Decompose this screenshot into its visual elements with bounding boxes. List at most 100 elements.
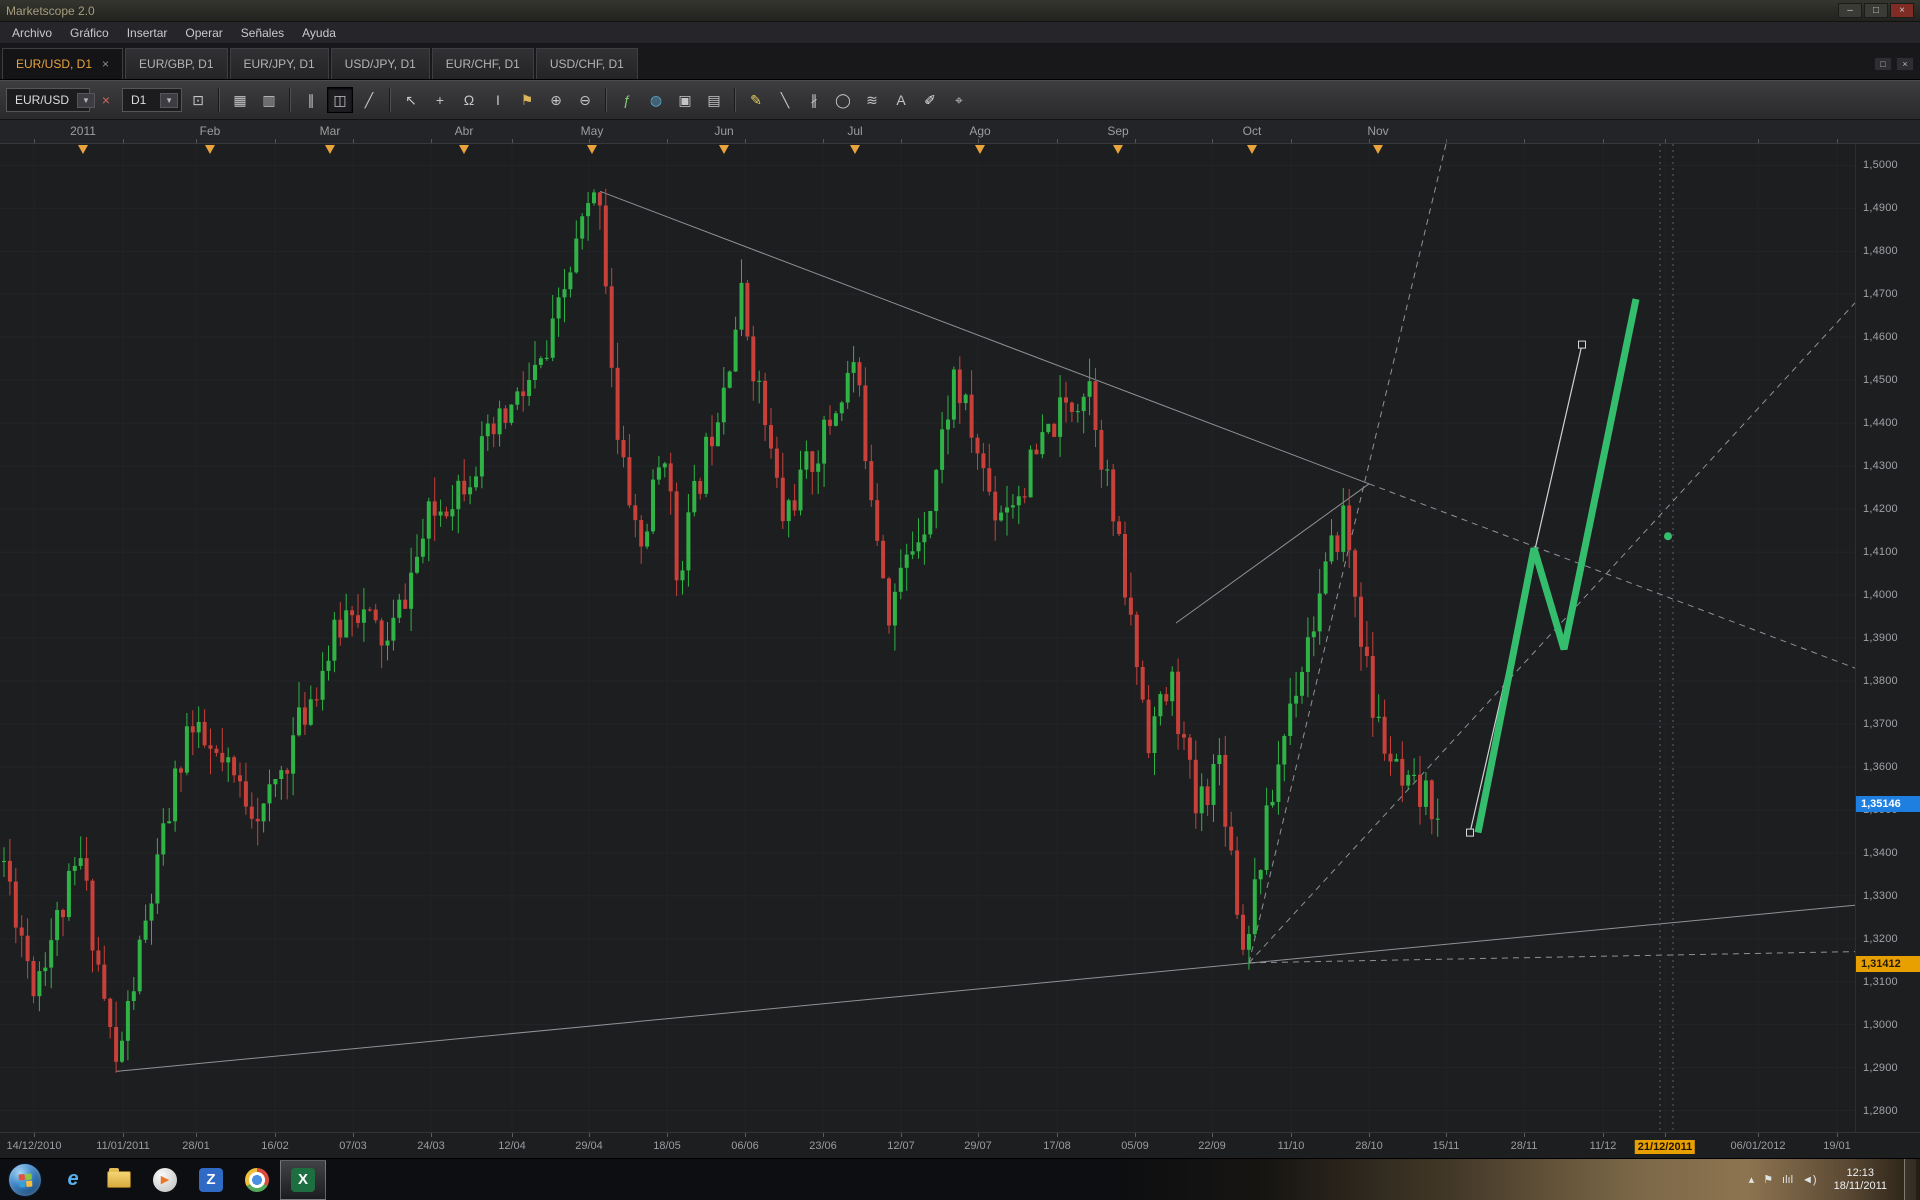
alert-price-badge: 1,31412	[1856, 956, 1920, 972]
new-chart-icon[interactable]: ▦	[227, 87, 253, 113]
system-tray: ▴ ⚑ ılıl ◄) 12:13 18/11/2011	[1749, 1159, 1920, 1200]
signals-icon[interactable]: ◍	[643, 87, 669, 113]
calendar-icon[interactable]: ▤	[701, 87, 727, 113]
taskbar-app-trading-station[interactable]: Z	[188, 1160, 234, 1200]
menu-bar: ArchivoGráficoInsertarOperarSeñalesAyuda	[0, 22, 1920, 44]
anchor-tool-icon[interactable]: ⌖	[946, 87, 972, 113]
date-label: 11/10	[1278, 1140, 1305, 1152]
price-label: 1,4200	[1863, 503, 1898, 515]
line-chart-icon[interactable]: ╱	[356, 87, 382, 113]
date-tick	[1212, 1133, 1213, 1137]
menu-item-2[interactable]: Insertar	[119, 24, 176, 42]
close-button[interactable]: ×	[1890, 3, 1914, 18]
close-child-button[interactable]: ×	[1896, 57, 1914, 71]
price-chart[interactable]	[0, 144, 1855, 1132]
month-label: Feb	[200, 124, 221, 138]
start-button[interactable]	[8, 1163, 42, 1197]
label-tool-icon[interactable]: A	[888, 87, 914, 113]
text-tool-icon[interactable]: I	[485, 87, 511, 113]
windows-explorer-icon	[107, 1171, 131, 1188]
tab-close-icon[interactable]: ×	[102, 57, 109, 71]
show-hidden-icons[interactable]: ▴	[1749, 1173, 1755, 1186]
taskbar: e ▶Z X ▴ ⚑ ılıl ◄) 12:13 18/11/2011	[0, 1158, 1920, 1200]
candlestick-chart-icon[interactable]: ◫	[327, 87, 353, 113]
snapshot-icon[interactable]: ▣	[672, 87, 698, 113]
price-label: 1,3300	[1863, 890, 1898, 902]
ruler-tick	[978, 139, 979, 143]
ruler-tick	[1446, 139, 1447, 143]
month-label: May	[581, 124, 604, 138]
action-center-icon[interactable]: ⚑	[1763, 1173, 1773, 1186]
tab-2[interactable]: EUR/JPY, D1	[230, 48, 329, 79]
zoom-out-icon[interactable]: ⊖	[572, 87, 598, 113]
magnet-icon[interactable]: Ω	[456, 87, 482, 113]
price-label: 1,3200	[1863, 933, 1898, 945]
period-select[interactable]: D1 ▼	[122, 88, 182, 112]
clock-date: 18/11/2011	[1834, 1180, 1887, 1193]
date-tick	[431, 1133, 432, 1137]
menu-item-5[interactable]: Ayuda	[294, 24, 344, 42]
ruler-tick	[353, 139, 354, 143]
bar-chart-icon[interactable]: ∥	[298, 87, 324, 113]
pencil-tool-icon[interactable]: ✎	[743, 87, 769, 113]
title-bar: Marketscope 2.0 – □ ×	[0, 0, 1920, 22]
menu-item-1[interactable]: Gráfico	[62, 24, 117, 42]
arrange-windows-icon[interactable]: ▥	[256, 87, 282, 113]
menu-item-0[interactable]: Archivo	[4, 24, 60, 42]
cursor-icon[interactable]: ↖	[398, 87, 424, 113]
ruler-tick	[1524, 139, 1525, 143]
taskbar-app-chrome[interactable]	[234, 1160, 280, 1200]
crosshair-icon[interactable]: +	[427, 87, 453, 113]
date-tick	[275, 1133, 276, 1137]
ruler-tick	[34, 139, 35, 143]
fibonacci-tool-icon[interactable]: ≋	[859, 87, 885, 113]
date-label: 17/08	[1043, 1140, 1071, 1152]
taskbar-app-excel[interactable]: X	[280, 1160, 326, 1200]
marker-flag-icon[interactable]: ⚑	[514, 87, 540, 113]
date-label: 19/01	[1823, 1140, 1851, 1152]
network-icon[interactable]: ılıl	[1782, 1174, 1793, 1186]
chart-area: 2011FebMarAbrMayJunJulAgoSepOctNov 1,500…	[0, 120, 1920, 1158]
month-label: 2011	[70, 124, 96, 138]
tab-3[interactable]: USD/JPY, D1	[331, 48, 430, 79]
taskbar-app-media-player[interactable]: ▶	[142, 1160, 188, 1200]
channel-tool-icon[interactable]: ∦	[801, 87, 827, 113]
date-axis[interactable]: 14/12/201011/01/201128/0116/0207/0324/03…	[0, 1132, 1920, 1158]
taskbar-clock[interactable]: 12:13 18/11/2011	[1826, 1167, 1895, 1193]
menu-item-4[interactable]: Señales	[233, 24, 292, 42]
show-desktop-button[interactable]	[1904, 1159, 1916, 1200]
date-label: 24/03	[417, 1140, 445, 1152]
ruler-tick	[823, 139, 824, 143]
symbol-select[interactable]: EUR/USD ▼	[6, 88, 90, 112]
maximize-button[interactable]: □	[1864, 3, 1888, 18]
date-tick	[589, 1133, 590, 1137]
marketscope-window: Marketscope 2.0 – □ × ArchivoGráficoInse…	[0, 0, 1920, 1200]
indicators-icon[interactable]: ƒ	[614, 87, 640, 113]
menu-item-3[interactable]: Operar	[177, 24, 230, 42]
restore-child-button[interactable]: □	[1874, 57, 1892, 71]
trendline-tool-icon[interactable]: ╲	[772, 87, 798, 113]
close-chart-icon[interactable]: ×	[93, 87, 119, 113]
price-axis[interactable]: 1,50001,49001,48001,47001,46001,45001,44…	[1855, 144, 1920, 1132]
ruler-tick	[1212, 139, 1213, 143]
zoom-in-icon[interactable]: ⊕	[543, 87, 569, 113]
ellipse-tool-icon[interactable]: ◯	[830, 87, 856, 113]
chrome-icon	[245, 1168, 269, 1192]
date-label: 12/07	[887, 1140, 915, 1152]
chart-properties-icon[interactable]: ⊡	[185, 87, 211, 113]
minimize-button[interactable]: –	[1838, 3, 1862, 18]
tab-0[interactable]: EUR/USD, D1×	[2, 48, 123, 79]
taskbar-apps: e ▶Z X	[50, 1160, 326, 1200]
highlighter-tool-icon[interactable]: ✐	[917, 87, 943, 113]
tab-5[interactable]: USD/CHF, D1	[536, 48, 638, 79]
period-select-value: D1	[131, 93, 146, 107]
taskbar-app-windows-explorer[interactable]	[96, 1160, 142, 1200]
ruler-tick	[589, 139, 590, 143]
price-label: 1,4100	[1863, 546, 1898, 558]
tab-4[interactable]: EUR/CHF, D1	[432, 48, 534, 79]
price-label: 1,4000	[1863, 589, 1898, 601]
tab-1[interactable]: EUR/GBP, D1	[125, 48, 227, 79]
taskbar-app-internet-explorer[interactable]: e	[50, 1160, 96, 1200]
date-tick	[978, 1133, 979, 1137]
volume-icon[interactable]: ◄)	[1802, 1174, 1817, 1186]
